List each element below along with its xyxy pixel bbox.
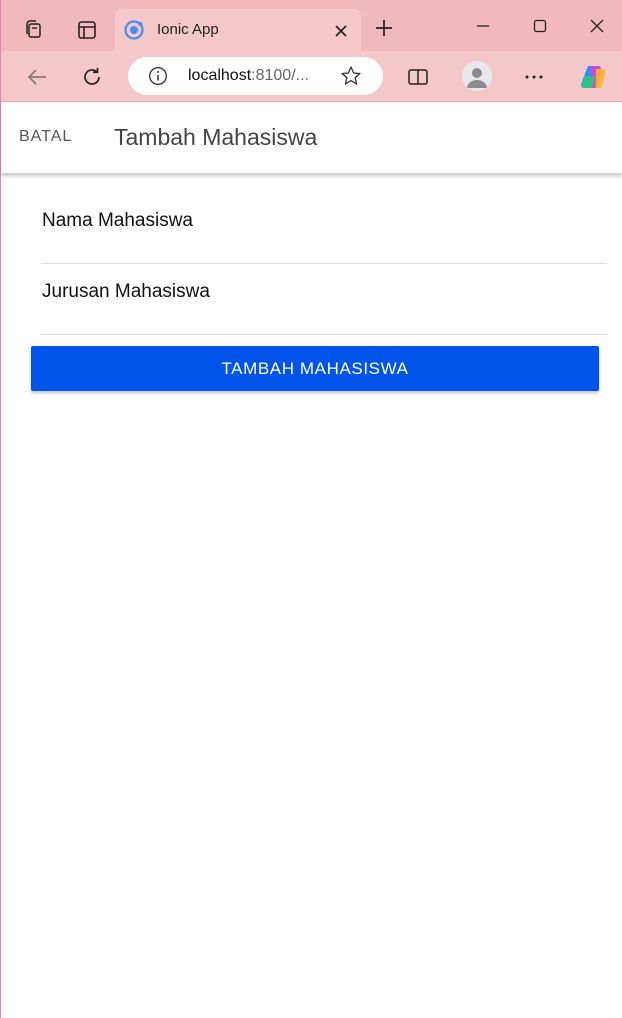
ionic-logo-icon	[123, 19, 145, 41]
tambah-mahasiswa-label: TAMBAH MAHASISWA	[221, 358, 409, 378]
tab-title: Ionic App	[157, 21, 219, 38]
page-title: Tambah Mahasiswa	[114, 124, 318, 150]
info-icon[interactable]	[148, 66, 168, 86]
maximize-icon[interactable]	[520, 8, 560, 44]
nama-mahasiswa-field[interactable]: Nama Mahasiswa	[41, 193, 607, 264]
browser-toolbar: localhost:8100/...	[1, 51, 622, 102]
tab-strip: Ionic App	[1, 0, 622, 51]
plus-icon[interactable]	[369, 13, 399, 43]
jurusan-mahasiswa-field[interactable]: Jurusan Mahasiswa	[41, 264, 607, 335]
copilot-icon[interactable]	[576, 60, 610, 94]
tambah-mahasiswa-button[interactable]: TAMBAH MAHASISWA	[31, 346, 599, 391]
address-bar[interactable]: localhost:8100/...	[128, 57, 383, 95]
star-icon[interactable]	[340, 65, 362, 87]
split-screen-icon[interactable]	[401, 60, 435, 94]
profile-icon[interactable]	[462, 61, 492, 91]
url-text: localhost:8100/...	[188, 67, 309, 85]
tab-ionic-app[interactable]: Ionic App	[115, 9, 361, 51]
more-icon[interactable]	[517, 60, 551, 94]
tab-actions-icon[interactable]	[69, 12, 105, 48]
jurusan-mahasiswa-label: Jurusan Mahasiswa	[42, 281, 210, 302]
cancel-button[interactable]: BATAL	[19, 128, 72, 146]
close-icon[interactable]	[577, 8, 617, 44]
back-arrow-icon[interactable]	[20, 60, 54, 94]
browser-window: Ionic App localhost:8100/... BATAL Tamba…	[0, 0, 622, 1018]
app-header: BATAL Tambah Mahasiswa	[1, 102, 622, 173]
url-rest: :8100/...	[251, 67, 309, 84]
close-icon[interactable]	[331, 21, 351, 41]
minimize-icon[interactable]	[463, 8, 503, 44]
refresh-icon[interactable]	[75, 60, 109, 94]
nama-mahasiswa-label: Nama Mahasiswa	[42, 210, 193, 231]
workspaces-icon[interactable]	[16, 12, 52, 48]
url-host: localhost	[188, 67, 252, 84]
